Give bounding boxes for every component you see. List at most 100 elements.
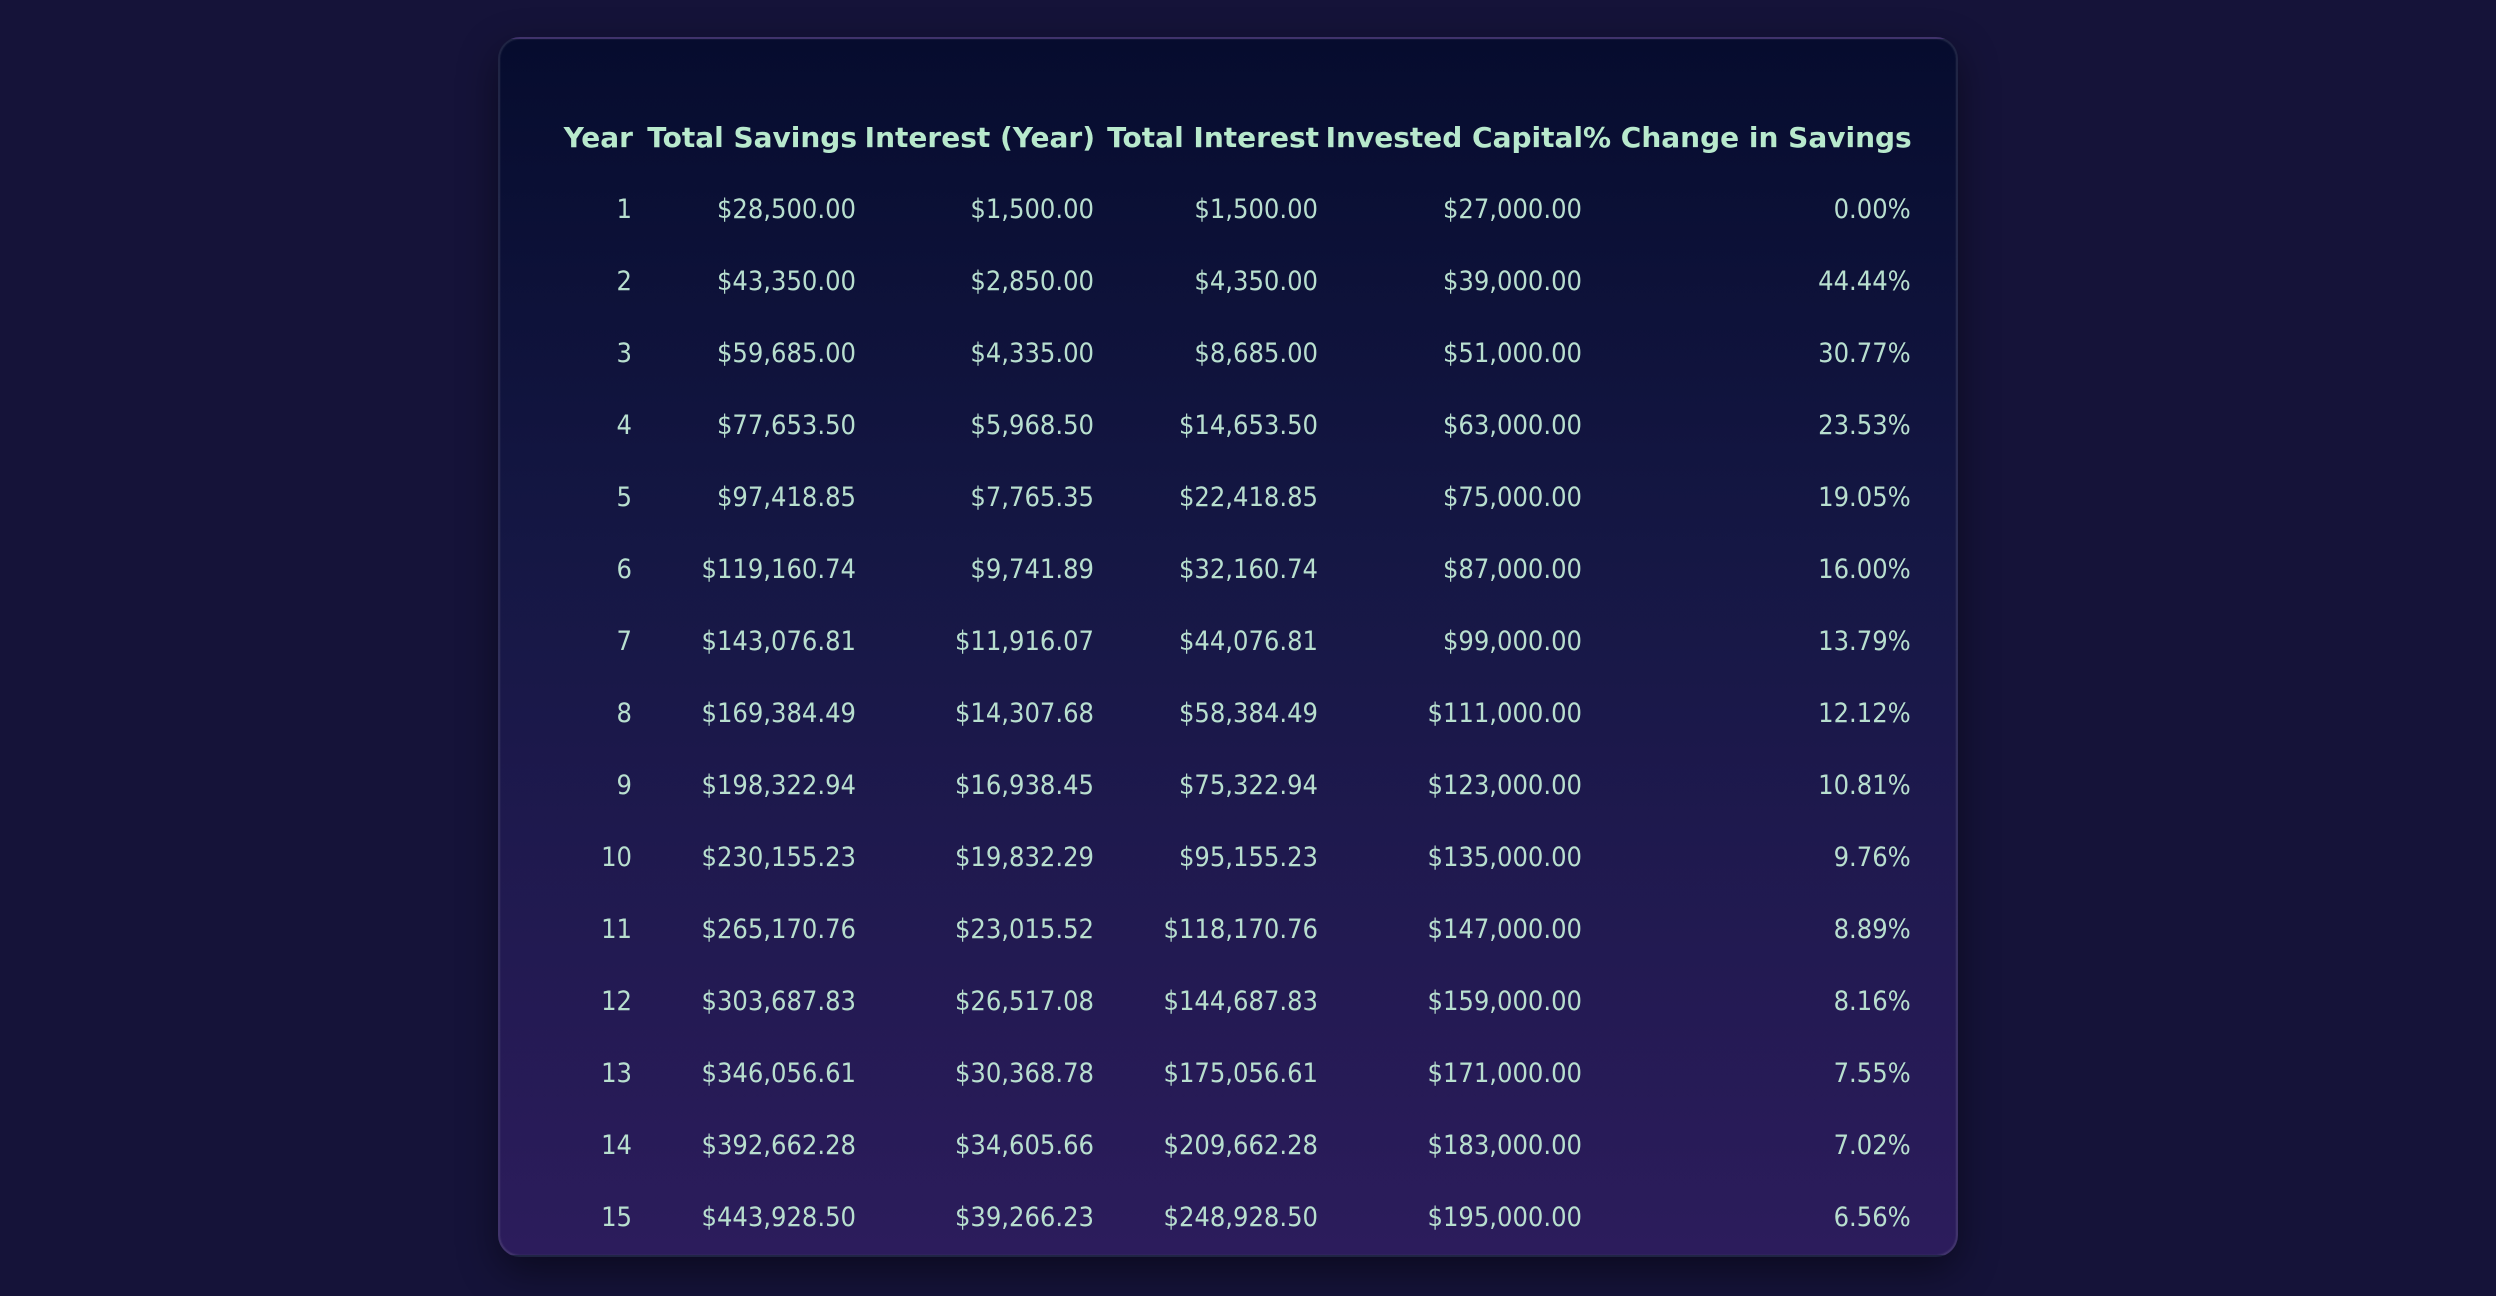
cell-invested-capital: $51,000.00: [1442, 337, 1582, 369]
cell-percent-change: 6.56%: [1833, 1201, 1911, 1233]
cell-total-savings: $143,076.81: [701, 625, 857, 657]
cell-invested-capital: $159,000.00: [1427, 985, 1583, 1017]
cell-year: 3: [616, 337, 632, 369]
savings-table-panel: Year Total Savings Interest (Year) Total…: [498, 37, 1958, 1257]
cell-invested-capital: $111,000.00: [1427, 697, 1583, 729]
cell-total-interest: $118,170.76: [1163, 913, 1319, 945]
cell-year: 6: [616, 553, 632, 585]
cell-invested-capital: $87,000.00: [1442, 553, 1582, 585]
table-row: 9 $198,322.94 $16,938.45 $75,322.94 $123,000…: [551, 749, 1912, 821]
cell-total-interest: $58,384.49: [1178, 697, 1318, 729]
cell-interest-year: $16,938.45: [954, 769, 1094, 801]
header-percent-change: % Change in Savings: [1583, 120, 1912, 154]
cell-percent-change: 8.16%: [1833, 985, 1911, 1017]
cell-percent-change: 7.02%: [1833, 1129, 1911, 1161]
cell-interest-year: $11,916.07: [954, 625, 1094, 657]
cell-interest-year: $14,307.68: [954, 697, 1094, 729]
table-row: 14 $392,662.28 $34,605.66 $209,662.28 $183,0…: [551, 1109, 1912, 1181]
table-row: 13 $346,056.61 $30,368.78 $175,056.61 $171,0…: [551, 1037, 1912, 1109]
cell-year: 12: [601, 985, 632, 1017]
cell-percent-change: 44.44%: [1818, 265, 1911, 297]
cell-total-savings: $303,687.83: [701, 985, 857, 1017]
cell-year: 10: [601, 841, 632, 873]
cell-interest-year: $19,832.29: [954, 841, 1094, 873]
cell-interest-year: $30,368.78: [954, 1057, 1094, 1089]
cell-total-savings: $443,928.50: [701, 1201, 857, 1233]
table-row: 2 $43,350.00 $2,850.00 $4,350.00 $39,000.00 4…: [551, 245, 1912, 317]
cell-interest-year: $23,015.52: [954, 913, 1094, 945]
cell-percent-change: 30.77%: [1818, 337, 1911, 369]
cell-invested-capital: $183,000.00: [1427, 1129, 1583, 1161]
cell-invested-capital: $39,000.00: [1442, 265, 1582, 297]
cell-interest-year: $4,335.00: [970, 337, 1094, 369]
cell-invested-capital: $171,000.00: [1427, 1057, 1583, 1089]
cell-total-interest: $14,653.50: [1178, 409, 1318, 441]
header-total-interest: Total Interest: [1107, 120, 1319, 154]
cell-total-interest: $8,685.00: [1194, 337, 1318, 369]
cell-total-savings: $230,155.23: [701, 841, 857, 873]
cell-interest-year: $1,500.00: [970, 193, 1094, 225]
cell-year: 14: [601, 1129, 632, 1161]
cell-invested-capital: $135,000.00: [1427, 841, 1583, 873]
table-header: Year Total Savings Interest (Year) Total…: [551, 101, 1912, 173]
cell-invested-capital: $63,000.00: [1442, 409, 1582, 441]
cell-total-interest: $95,155.23: [1178, 841, 1318, 873]
cell-interest-year: $9,741.89: [970, 553, 1094, 585]
cell-interest-year: $2,850.00: [970, 265, 1094, 297]
cell-total-interest: $44,076.81: [1178, 625, 1318, 657]
cell-percent-change: 23.53%: [1818, 409, 1911, 441]
cell-interest-year: $7,765.35: [970, 481, 1094, 513]
cell-invested-capital: $99,000.00: [1442, 625, 1582, 657]
cell-total-savings: $28,500.00: [716, 193, 856, 225]
table-row: 1 $28,500.00 $1,500.00 $1,500.00 $27,000.00 0…: [551, 173, 1912, 245]
cell-invested-capital: $147,000.00: [1427, 913, 1583, 945]
cell-invested-capital: $195,000.00: [1427, 1201, 1583, 1233]
savings-table: Year Total Savings Interest (Year) Total…: [551, 101, 1912, 1253]
cell-invested-capital: $27,000.00: [1442, 193, 1582, 225]
cell-percent-change: 12.12%: [1818, 697, 1911, 729]
cell-percent-change: 19.05%: [1818, 481, 1911, 513]
table-row: 15 $443,928.50 $39,266.23 $248,928.50 $195,0…: [551, 1181, 1912, 1253]
cell-year: 4: [616, 409, 632, 441]
cell-year: 13: [601, 1057, 632, 1089]
cell-year: 8: [616, 697, 632, 729]
cell-total-interest: $144,687.83: [1163, 985, 1319, 1017]
cell-interest-year: $34,605.66: [954, 1129, 1094, 1161]
cell-percent-change: 7.55%: [1833, 1057, 1911, 1089]
table-row: 7 $143,076.81 $11,916.07 $44,076.81 $99,000.…: [551, 605, 1912, 677]
cell-invested-capital: $75,000.00: [1442, 481, 1582, 513]
table-row: 10 $230,155.23 $19,832.29 $95,155.23 $135,00…: [551, 821, 1912, 893]
cell-year: 11: [601, 913, 632, 945]
table-row: 12 $303,687.83 $26,517.08 $144,687.83 $159,0…: [551, 965, 1912, 1037]
cell-year: 1: [616, 193, 632, 225]
cell-total-interest: $248,928.50: [1163, 1201, 1319, 1233]
header-year: Year: [563, 120, 633, 154]
cell-year: 2: [616, 265, 632, 297]
cell-percent-change: 13.79%: [1818, 625, 1911, 657]
table-header-row: Year Total Savings Interest (Year) Total…: [551, 101, 1912, 173]
cell-total-savings: $119,160.74: [701, 553, 857, 585]
cell-total-savings: $265,170.76: [701, 913, 857, 945]
cell-year: 15: [601, 1201, 632, 1233]
cell-total-savings: $169,384.49: [701, 697, 857, 729]
cell-percent-change: 9.76%: [1833, 841, 1911, 873]
cell-percent-change: 8.89%: [1833, 913, 1911, 945]
cell-total-savings: $77,653.50: [716, 409, 856, 441]
cell-interest-year: $5,968.50: [970, 409, 1094, 441]
cell-total-interest: $22,418.85: [1178, 481, 1318, 513]
cell-total-savings: $43,350.00: [716, 265, 856, 297]
cell-percent-change: 10.81%: [1818, 769, 1911, 801]
header-total-savings: Total Savings: [647, 120, 857, 154]
table-row: 5 $97,418.85 $7,765.35 $22,418.85 $75,000.00…: [551, 461, 1912, 533]
table-body: 1 $28,500.00 $1,500.00 $1,500.00 $27,000.00 0…: [551, 173, 1912, 1253]
cell-interest-year: $39,266.23: [954, 1201, 1094, 1233]
cell-total-interest: $4,350.00: [1194, 265, 1318, 297]
cell-percent-change: 16.00%: [1818, 553, 1911, 585]
table-row: 4 $77,653.50 $5,968.50 $14,653.50 $63,000.00…: [551, 389, 1912, 461]
cell-total-savings: $346,056.61: [701, 1057, 857, 1089]
header-interest-year: Interest (Year): [864, 120, 1095, 154]
cell-total-savings: $59,685.00: [716, 337, 856, 369]
table-row: 8 $169,384.49 $14,307.68 $58,384.49 $111,000…: [551, 677, 1912, 749]
cell-total-interest: $75,322.94: [1178, 769, 1318, 801]
cell-invested-capital: $123,000.00: [1427, 769, 1583, 801]
